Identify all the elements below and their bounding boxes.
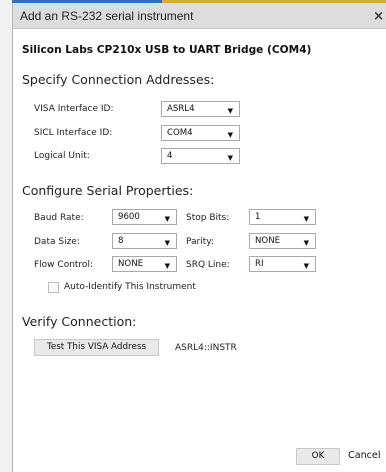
chevron-down-icon: ▼	[164, 215, 170, 223]
chevron-down-icon: ▼	[227, 107, 233, 115]
data-size-label: Data Size:	[34, 237, 80, 247]
srq-line-label: SRQ Line:	[186, 260, 230, 270]
stop-bits-value: 1	[255, 212, 261, 222]
test-visa-address-button[interactable]: Test This VISA Address	[34, 339, 159, 356]
sicl-interface-select[interactable]: COM4 ▼	[161, 125, 240, 141]
chevron-down-icon: ▼	[227, 131, 233, 139]
chevron-down-icon: ▼	[303, 239, 309, 247]
stop-bits-label: Stop Bits:	[186, 213, 230, 223]
visa-address-readout: ASRL4::INSTR	[175, 343, 237, 353]
serial-heading: Configure Serial Properties:	[22, 183, 194, 198]
close-icon[interactable]: ×	[373, 9, 384, 24]
chevron-down-icon: ▼	[303, 215, 309, 223]
flow-control-select[interactable]: NONE ▼	[112, 256, 177, 272]
background-window-edge	[0, 0, 12, 472]
srq-line-value: RI	[255, 259, 264, 269]
connection-heading: Specify Connection Addresses:	[22, 72, 215, 87]
sicl-interface-label: SICL Interface ID:	[34, 128, 113, 138]
ok-button[interactable]: OK	[296, 448, 340, 465]
verify-heading: Verify Connection:	[22, 314, 137, 329]
sicl-interface-value: COM4	[167, 128, 193, 138]
chevron-down-icon: ▼	[227, 154, 233, 162]
dialog-titlebar: Add an RS-232 serial instrument	[13, 3, 386, 29]
visa-interface-select[interactable]: ASRL4 ▼	[161, 101, 240, 117]
flow-control-label: Flow Control:	[34, 260, 93, 270]
chevron-down-icon: ▼	[303, 262, 309, 270]
baud-rate-label: Baud Rate:	[34, 213, 84, 223]
data-size-select[interactable]: 8 ▼	[112, 233, 177, 249]
add-serial-instrument-dialog: Add an RS-232 serial instrument × Silico…	[12, 3, 386, 472]
auto-identify-label: Auto-Identify This Instrument	[64, 282, 196, 292]
chevron-down-icon: ▼	[164, 262, 170, 270]
dialog-title: Add an RS-232 serial instrument	[20, 8, 194, 23]
parity-label: Parity:	[186, 237, 214, 247]
baud-rate-select[interactable]: 9600 ▼	[112, 209, 177, 225]
flow-control-value: NONE	[118, 259, 144, 269]
logical-unit-value: 4	[167, 151, 173, 161]
srq-line-select[interactable]: RI ▼	[249, 256, 316, 272]
auto-identify-checkbox[interactable]	[48, 282, 59, 293]
device-name: Silicon Labs CP210x USB to UART Bridge (…	[22, 44, 312, 56]
stop-bits-select[interactable]: 1 ▼	[249, 209, 316, 225]
chevron-down-icon: ▼	[164, 239, 170, 247]
parity-value: NONE	[255, 236, 281, 246]
logical-unit-label: Logical Unit:	[34, 151, 90, 161]
logical-unit-select[interactable]: 4 ▼	[161, 148, 240, 164]
data-size-value: 8	[118, 236, 124, 246]
baud-rate-value: 9600	[118, 212, 140, 222]
cancel-button[interactable]: Cancel	[348, 448, 381, 465]
visa-interface-value: ASRL4	[167, 104, 195, 114]
visa-interface-label: VISA Interface ID:	[34, 104, 114, 114]
parity-select[interactable]: NONE ▼	[249, 233, 316, 249]
